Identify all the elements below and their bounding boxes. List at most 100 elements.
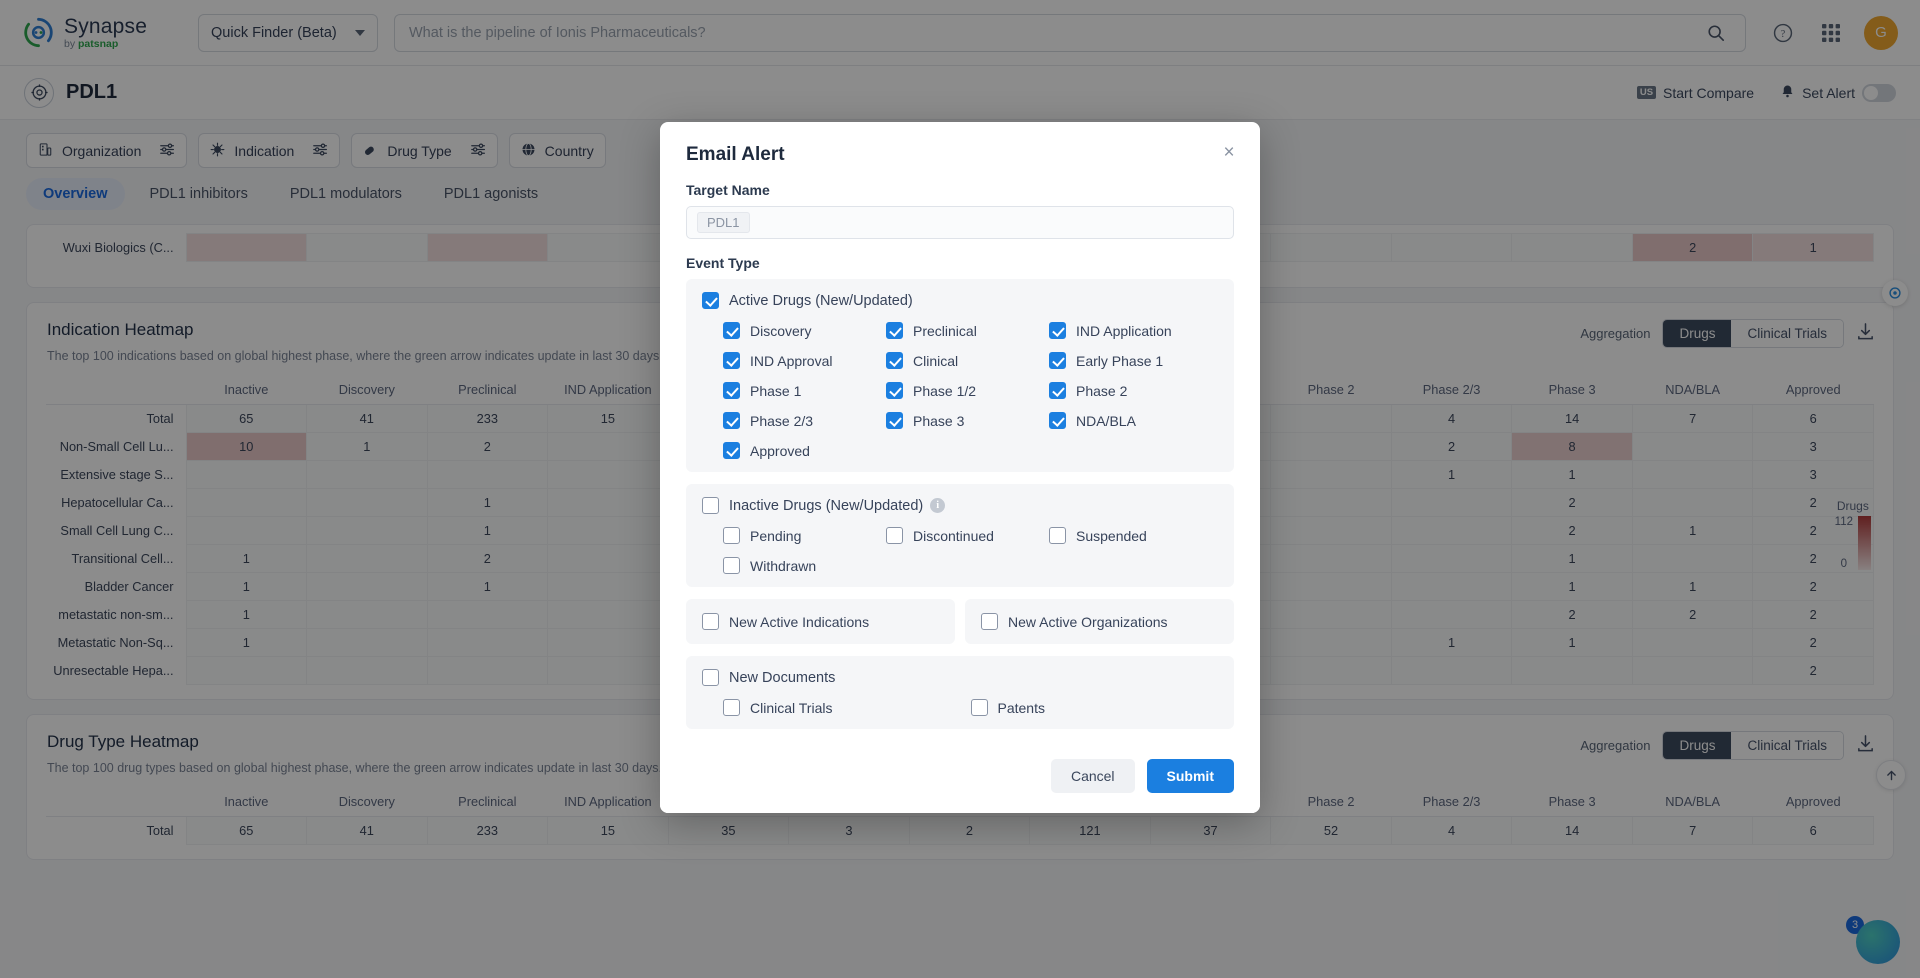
checkbox-box[interactable] <box>886 382 903 399</box>
checkbox-box[interactable] <box>886 412 903 429</box>
checkbox-box[interactable] <box>1049 322 1066 339</box>
checkbox-box[interactable] <box>723 527 740 544</box>
checkbox-withdrawn[interactable]: Withdrawn <box>723 557 886 574</box>
checkbox-phase-2[interactable]: Phase 2 <box>1049 382 1212 399</box>
inactive-drugs-child-row: Withdrawn <box>702 557 1218 574</box>
inactive-drugs-child-row: Pending Discontinued Suspended <box>702 527 1218 544</box>
checkbox-phase-2-3[interactable]: Phase 2/3 <box>723 412 886 429</box>
info-icon[interactable]: i <box>930 498 946 513</box>
checkbox-new-active-organizations[interactable]: New Active Organizations <box>981 613 1218 630</box>
checkbox-box[interactable] <box>1049 352 1066 369</box>
checkbox-box[interactable] <box>723 699 740 716</box>
checkbox-phase-3[interactable]: Phase 3 <box>886 412 1049 429</box>
active-drugs-child-row: Approved <box>702 442 1218 459</box>
checkbox-box[interactable] <box>1049 382 1066 399</box>
checkbox-inactive-drugs[interactable]: Inactive Drugs (New/Updated) <box>702 497 923 514</box>
checkbox-label: Suspended <box>1076 527 1147 544</box>
checkbox-label: New Active Organizations <box>1008 613 1168 630</box>
checkbox-box[interactable] <box>702 669 719 686</box>
checkbox-box[interactable] <box>886 527 903 544</box>
submit-button[interactable]: Submit <box>1146 759 1234 793</box>
new-documents-group: New Documents Clinical Trials Patents <box>686 656 1234 729</box>
cancel-button[interactable]: Cancel <box>1050 759 1135 793</box>
new-documents-child-row: Clinical Trials Patents <box>702 699 1218 716</box>
checkbox-active-drugs[interactable]: Active Drugs (New/Updated) <box>702 292 913 309</box>
checkbox-phase-1-2[interactable]: Phase 1/2 <box>886 382 1049 399</box>
checkbox-box[interactable] <box>723 442 740 459</box>
checkbox-label: IND Application <box>1076 322 1172 339</box>
checkbox-box[interactable] <box>702 613 719 630</box>
checkbox-patents[interactable]: Patents <box>970 699 1219 716</box>
checkbox-label: IND Approval <box>750 352 833 369</box>
active-drugs-child-row: Phase 2/3 Phase 3 NDA/BLA <box>702 412 1218 429</box>
target-name-label: Target Name <box>686 182 770 198</box>
close-icon[interactable]: × <box>1218 142 1240 164</box>
checkbox-label: Inactive Drugs (New/Updated) <box>729 497 924 514</box>
checkbox-box[interactable] <box>981 613 998 630</box>
checkbox-box[interactable] <box>723 412 740 429</box>
checkbox-label: Active Drugs (New/Updated) <box>729 292 913 309</box>
inactive-drugs-parent-row: Inactive Drugs (New/Updated) i <box>702 497 1218 514</box>
target-name-input[interactable]: PDL1 <box>686 206 1234 239</box>
active-drugs-child-row: Discovery Preclinical IND Application <box>702 322 1218 339</box>
dialog-title: Email Alert <box>686 144 785 165</box>
checkbox-box[interactable] <box>886 322 903 339</box>
checkbox-label: Discontinued <box>913 527 994 544</box>
checkbox-box[interactable] <box>723 382 740 399</box>
checkbox-label: Phase 1/2 <box>913 382 977 399</box>
new-active-indications-group: New Active Indications <box>686 599 955 644</box>
active-drugs-parent-row: Active Drugs (New/Updated) <box>702 292 1218 309</box>
checkbox-preclinical[interactable]: Preclinical <box>886 322 1049 339</box>
checkbox-label: Patents <box>997 699 1045 716</box>
checkbox-label: Preclinical <box>913 322 977 339</box>
checkbox-box[interactable] <box>702 292 719 309</box>
checkbox-ind-approval[interactable]: IND Approval <box>723 352 886 369</box>
checkbox-ind-application[interactable]: IND Application <box>1049 322 1212 339</box>
app-root: Synapse by patsnap Quick Finder (Beta) ? <box>0 0 1920 978</box>
checkbox-label: New Documents <box>729 669 836 686</box>
checkbox-box[interactable] <box>1049 412 1066 429</box>
checkbox-new-active-indications[interactable]: New Active Indications <box>702 613 939 630</box>
checkbox-label: New Active Indications <box>729 613 870 630</box>
checkbox-box[interactable] <box>886 352 903 369</box>
checkbox-suspended[interactable]: Suspended <box>1049 527 1212 544</box>
checkbox-box[interactable] <box>723 557 740 574</box>
checkbox-label: Phase 1 <box>750 382 802 399</box>
checkbox-label: Pending <box>750 527 802 544</box>
checkbox-box[interactable] <box>970 699 988 716</box>
checkbox-label: Clinical <box>913 352 959 369</box>
checkbox-pending[interactable]: Pending <box>723 527 886 544</box>
checkbox-clinical[interactable]: Clinical <box>886 352 1049 369</box>
checkbox-box[interactable] <box>723 322 740 339</box>
dialog-body: Target Name PDL1 Event Type Active Drugs… <box>660 166 1260 745</box>
checkbox-label: Withdrawn <box>750 557 817 574</box>
active-drugs-child-row: IND Approval Clinical Early Phase 1 <box>702 352 1218 369</box>
checkbox-label: Clinical Trials <box>750 699 833 716</box>
checkbox-new-documents[interactable]: New Documents <box>702 669 835 686</box>
active-drugs-child-row: Phase 1 Phase 1/2 Phase 2 <box>702 382 1218 399</box>
checkbox-early-phase-1[interactable]: Early Phase 1 <box>1049 352 1212 369</box>
inactive-drugs-group: Inactive Drugs (New/Updated) i Pending D… <box>686 484 1234 587</box>
dialog-footer: Cancel Submit <box>660 745 1260 813</box>
checkbox-label: Phase 3 <box>913 412 965 429</box>
checkbox-clinical-trials[interactable]: Clinical Trials <box>723 699 971 716</box>
new-active-organizations-group: New Active Organizations <box>965 599 1234 644</box>
checkbox-box[interactable] <box>702 497 719 514</box>
checkbox-label: NDA/BLA <box>1076 412 1136 429</box>
checkbox-nda-bla[interactable]: NDA/BLA <box>1049 412 1212 429</box>
active-drugs-group: Active Drugs (New/Updated) Discovery Pre… <box>686 279 1234 472</box>
checkbox-box[interactable] <box>723 352 740 369</box>
checkbox-label: Phase 2/3 <box>750 412 814 429</box>
checkbox-label: Discovery <box>750 322 812 339</box>
checkbox-label: Phase 2 <box>1076 382 1128 399</box>
checkbox-discovery[interactable]: Discovery <box>723 322 886 339</box>
checkbox-box[interactable] <box>1049 527 1066 544</box>
checkbox-discontinued[interactable]: Discontinued <box>886 527 1049 544</box>
checkbox-approved[interactable]: Approved <box>723 442 886 459</box>
checkbox-phase-1[interactable]: Phase 1 <box>723 382 886 399</box>
checkbox-label: Approved <box>750 442 810 459</box>
target-name-tag: PDL1 <box>697 212 750 233</box>
new-documents-parent-row: New Documents <box>702 669 1218 686</box>
checkbox-label: Early Phase 1 <box>1076 352 1164 369</box>
dialog-header: Email Alert × <box>660 122 1260 166</box>
